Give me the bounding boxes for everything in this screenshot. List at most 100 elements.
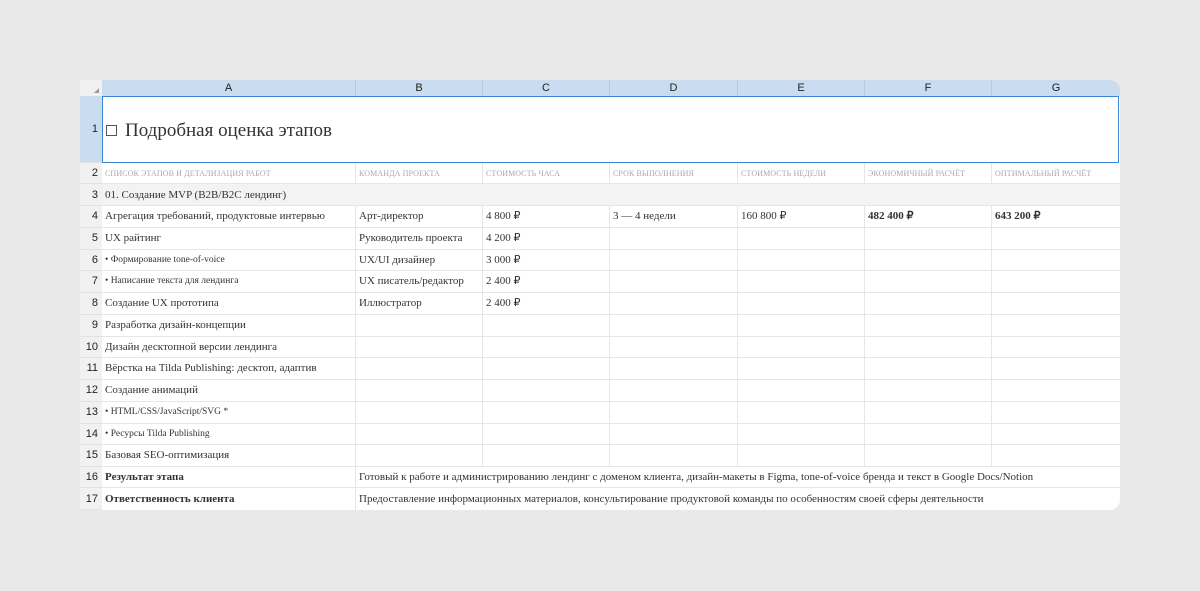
cell-g[interactable]: [992, 293, 1120, 314]
cell-b[interactable]: [356, 423, 483, 445]
cell-a[interactable]: Разработка дизайн-концепции: [102, 314, 356, 336]
cell-a[interactable]: • Ресурсы Tilda Publishing: [102, 423, 356, 445]
cell-b[interactable]: [356, 445, 483, 466]
cell-e[interactable]: 160 800 ₽: [738, 206, 865, 227]
cell-e[interactable]: [738, 314, 865, 336]
cell-f[interactable]: [865, 401, 992, 423]
row-header[interactable]: 1: [80, 96, 102, 163]
cell-a[interactable]: • Формирование tone-of-voice: [102, 249, 356, 271]
column-header-a[interactable]: A: [102, 80, 356, 96]
column-header-e[interactable]: E: [738, 80, 865, 96]
cell-e[interactable]: [738, 293, 865, 314]
cell-d[interactable]: [610, 227, 738, 249]
cell-g[interactable]: [992, 380, 1120, 401]
row-header[interactable]: 15: [80, 445, 102, 467]
cell-c[interactable]: [483, 445, 610, 466]
row-header[interactable]: 14: [80, 423, 102, 446]
cell-d[interactable]: [610, 336, 738, 358]
cell-f[interactable]: [865, 293, 992, 314]
column-header-d[interactable]: D: [610, 80, 738, 96]
cell-d[interactable]: [610, 401, 738, 423]
cell-b[interactable]: [356, 358, 483, 379]
cell-e[interactable]: [738, 336, 865, 358]
cell-a[interactable]: • Написание текста для лендинга: [102, 271, 356, 292]
cell-g[interactable]: [992, 250, 1120, 271]
column-header-f[interactable]: F: [865, 80, 992, 96]
cell-b[interactable]: Иллюстратор: [356, 293, 483, 314]
cell-a[interactable]: Агрегация требований, продуктовые интерв…: [102, 206, 356, 227]
cell-e[interactable]: [738, 445, 865, 466]
cell-f[interactable]: [865, 445, 992, 466]
cell-g[interactable]: [992, 271, 1120, 292]
cell-d[interactable]: [610, 271, 738, 292]
cell-e[interactable]: [738, 401, 865, 423]
cell-a[interactable]: • HTML/CSS/JavaScript/SVG *: [102, 401, 356, 423]
column-header-g[interactable]: G: [992, 80, 1120, 96]
row-header[interactable]: 8: [80, 293, 102, 315]
cell-g[interactable]: [992, 424, 1120, 445]
cell-a[interactable]: Вёрстка на Tilda Publishing: десктоп, ад…: [102, 358, 356, 379]
cell-f[interactable]: [865, 249, 992, 271]
cell-f[interactable]: 482 400 ₽: [865, 206, 992, 227]
cell-c[interactable]: [483, 336, 610, 358]
cell-d[interactable]: 3 — 4 недели: [610, 206, 738, 227]
cell-a[interactable]: Базовая SEO-оптимизация: [102, 445, 356, 466]
cell-a[interactable]: Дизайн десктопной версии лендинга: [102, 336, 356, 358]
title-cell[interactable]: Подробная оценка этапов: [102, 96, 1119, 163]
cell-b[interactable]: [356, 401, 483, 423]
cell-b[interactable]: [356, 314, 483, 336]
cell-c[interactable]: [483, 401, 610, 423]
cell-d[interactable]: [610, 293, 738, 314]
cell-b[interactable]: UX писатель/редактор: [356, 271, 483, 292]
cell-d[interactable]: [610, 445, 738, 466]
cell-b[interactable]: [356, 336, 483, 358]
cell-b[interactable]: Руководитель проекта: [356, 227, 483, 249]
row-header[interactable]: 13: [80, 401, 102, 424]
cell-b[interactable]: UX/UI дизайнер: [356, 249, 483, 271]
row-header[interactable]: 4: [80, 206, 102, 228]
column-header-b[interactable]: B: [356, 80, 483, 96]
cell-d[interactable]: [610, 380, 738, 401]
client-label-cell[interactable]: Ответственность клиента: [102, 488, 356, 510]
cell-c[interactable]: [483, 423, 610, 445]
cell-g[interactable]: [992, 358, 1120, 379]
cell-c[interactable]: [483, 358, 610, 379]
cell-f[interactable]: [865, 314, 992, 336]
header-cell[interactable]: Экономичный расчёт: [865, 163, 992, 183]
cell-b[interactable]: [356, 380, 483, 401]
cell-f[interactable]: [865, 423, 992, 445]
row-header[interactable]: 6: [80, 249, 102, 272]
row-header[interactable]: 9: [80, 314, 102, 337]
cell-e[interactable]: [738, 358, 865, 379]
header-cell[interactable]: Список этапов и детализация работ: [102, 163, 356, 183]
cell-a[interactable]: Создание UX прототипа: [102, 293, 356, 314]
cell-g[interactable]: 643 200 ₽: [992, 206, 1120, 227]
cell-c[interactable]: 2 400 ₽: [483, 293, 610, 314]
section-title-cell[interactable]: 01. Создание MVP (B2B/B2C лендинг): [102, 184, 1120, 205]
row-header[interactable]: 11: [80, 358, 102, 380]
row-header[interactable]: 5: [80, 227, 102, 250]
cell-c[interactable]: 3 000 ₽: [483, 249, 610, 271]
cell-c[interactable]: [483, 380, 610, 401]
cell-e[interactable]: [738, 380, 865, 401]
cell-c[interactable]: 4 800 ₽: [483, 206, 610, 227]
column-header-c[interactable]: C: [483, 80, 610, 96]
cell-f[interactable]: [865, 358, 992, 379]
row-header[interactable]: 17: [80, 488, 102, 510]
cell-f[interactable]: [865, 227, 992, 249]
client-text-cell[interactable]: Предоставление информационных материалов…: [356, 488, 1120, 510]
cell-a[interactable]: Создание анимаций: [102, 380, 356, 401]
row-header[interactable]: 12: [80, 380, 102, 402]
row-header[interactable]: 2: [80, 163, 102, 184]
cell-g[interactable]: [992, 337, 1120, 358]
header-cell[interactable]: Стоимость часа: [483, 163, 610, 183]
select-all-corner[interactable]: [80, 80, 102, 96]
row-header[interactable]: 10: [80, 336, 102, 359]
header-cell[interactable]: Команда проекта: [356, 163, 483, 183]
cell-d[interactable]: [610, 249, 738, 271]
row-header[interactable]: 7: [80, 271, 102, 293]
cell-g[interactable]: [992, 315, 1120, 336]
cell-d[interactable]: [610, 423, 738, 445]
cell-e[interactable]: [738, 271, 865, 292]
result-label-cell[interactable]: Результат этапа: [102, 467, 356, 487]
